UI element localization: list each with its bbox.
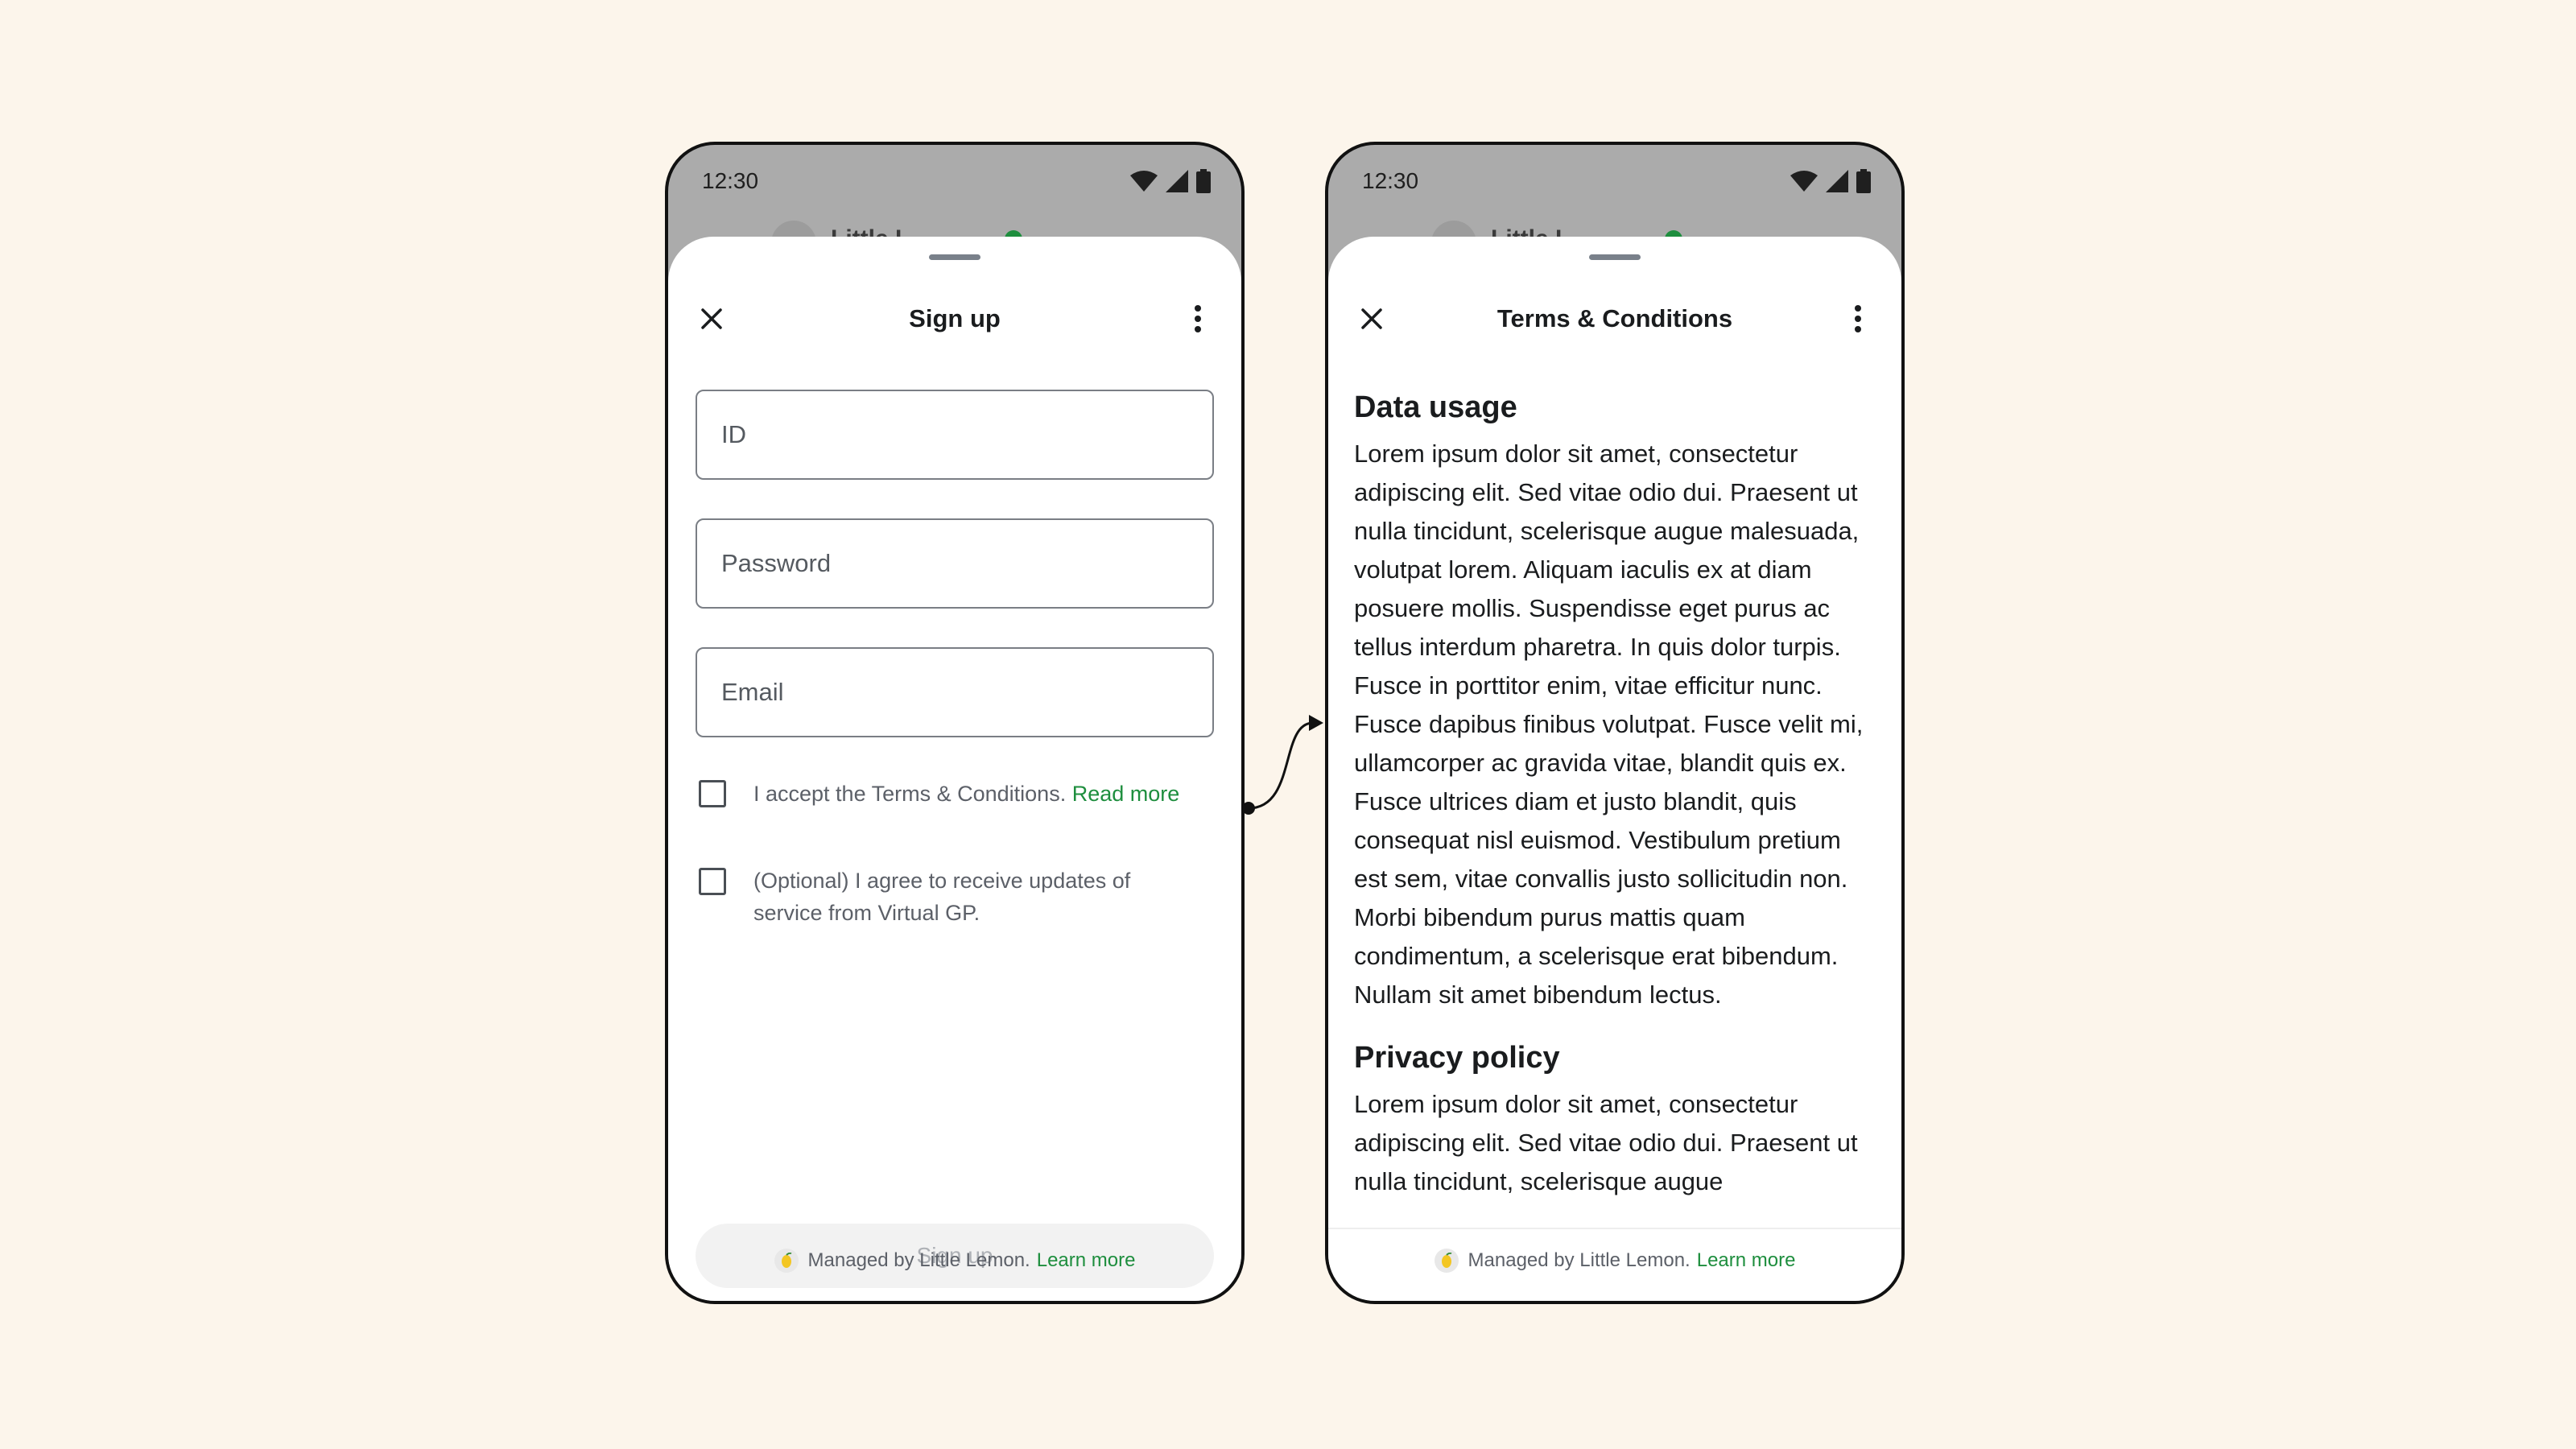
id-placeholder: ID [721,420,746,448]
updates-checkbox[interactable] [699,868,726,895]
section-heading: Privacy policy [1354,1041,1560,1075]
signal-icon [1166,170,1188,192]
lemon-icon [774,1249,799,1273]
updates-line-2: service from Virtual GP. [753,901,980,925]
status-time: 12:30 [702,168,759,193]
signal-icon [1826,170,1848,192]
terms-phone-frame: 12:30 Little L Terms & Conditions Data u… [1325,142,1905,1304]
page-title: Terms & Conditions [1496,304,1733,332]
managed-footer: Managed by Little Lemon. Learn more [1328,1245,1901,1277]
footer-divider [1328,1228,1901,1229]
learn-more-link[interactable]: Learn more [1037,1249,1136,1272]
lemon-icon [1434,1249,1459,1273]
signup-phone-frame: 12:30 Little L Sign up ID Password [665,142,1245,1304]
battery-icon [1856,169,1871,193]
read-more-link[interactable]: Read more [1072,782,1180,806]
terms-checkbox[interactable] [699,780,726,807]
terms-checkbox-row: I accept the Terms & Conditions. Read mo… [696,778,1214,810]
section-body: Lorem ipsum dolor sit amet, consectetur … [1354,440,1864,1009]
sheet-header: Terms & Conditions [1328,293,1901,345]
battery-icon [1196,169,1211,193]
more-vert-icon [1855,305,1861,332]
close-icon [701,308,722,329]
updates-checkbox-row: (Optional) I agree to receive updates of… [696,865,1214,929]
more-options-button[interactable] [1832,293,1884,345]
close-icon [1361,308,1382,329]
terms-checkbox-label: I accept the Terms & Conditions. Read mo… [753,778,1179,810]
more-vert-icon [1195,305,1201,332]
password-field[interactable]: Password [696,518,1214,609]
wifi-icon [1790,171,1818,192]
email-field[interactable]: Email [696,647,1214,737]
sheet-header: Sign up [668,293,1241,345]
flow-connector-arrow [1242,715,1323,815]
password-placeholder: Password [721,549,832,577]
close-button[interactable] [1346,293,1397,345]
managed-text: Managed by Little Lemon. [1468,1249,1690,1271]
terms-checkbox-text: I accept the Terms & Conditions. [753,782,1067,806]
drag-handle[interactable] [1589,254,1641,260]
updates-line-1: (Optional) I agree to receive updates of [753,869,1131,893]
learn-more-link[interactable]: Learn more [1697,1249,1796,1272]
terms-bottom-sheet: Terms & Conditions Data usage Lorem ipsu… [1328,237,1901,1301]
managed-footer: Managed by Little Lemon. Learn more [668,1245,1241,1277]
managed-text: Managed by Little Lemon. [807,1249,1030,1271]
status-bar: 12:30 [1328,145,1901,214]
updates-checkbox-label: (Optional) I agree to receive updates of… [753,865,1130,929]
email-placeholder: Email [721,678,784,706]
wifi-icon [1130,171,1158,192]
status-icons [1790,169,1871,193]
signup-bottom-sheet: Sign up ID Password Email I accept the T… [668,237,1241,1301]
status-bar: 12:30 [668,145,1241,214]
section-heading: Data usage [1354,390,1517,424]
close-button[interactable] [686,293,737,345]
section-body: Lorem ipsum dolor sit amet, consectetur … [1354,1090,1858,1195]
status-time: 12:30 [1362,168,1419,193]
page-title: Sign up [909,304,1001,332]
more-options-button[interactable] [1172,293,1224,345]
terms-content[interactable]: Data usage Lorem ipsum dolor sit amet, c… [1354,383,1880,1220]
status-icons [1130,169,1211,193]
drag-handle[interactable] [929,254,980,260]
id-field[interactable]: ID [696,390,1214,480]
